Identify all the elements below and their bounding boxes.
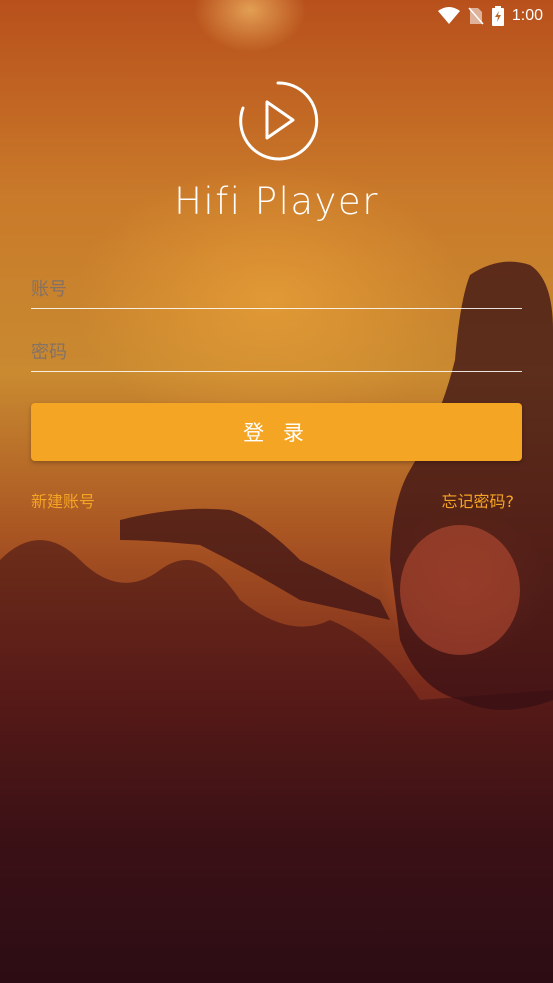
- status-bar: 1:00: [437, 0, 553, 32]
- play-circle-icon: [239, 81, 319, 161]
- register-link[interactable]: 新建账号: [31, 488, 95, 512]
- forgot-password-link[interactable]: 忘记密码?: [442, 488, 515, 512]
- app-title: Hifi Player: [174, 180, 379, 223]
- password-input[interactable]: [31, 342, 522, 363]
- wifi-icon: [437, 7, 460, 24]
- login-button[interactable]: 登 录: [31, 403, 522, 461]
- password-field[interactable]: [31, 327, 522, 372]
- clock: 1:00: [511, 7, 543, 24]
- no-sim-icon: [468, 7, 484, 25]
- account-field[interactable]: [31, 264, 522, 309]
- account-input[interactable]: [31, 279, 522, 300]
- battery-charging-icon: [491, 6, 504, 26]
